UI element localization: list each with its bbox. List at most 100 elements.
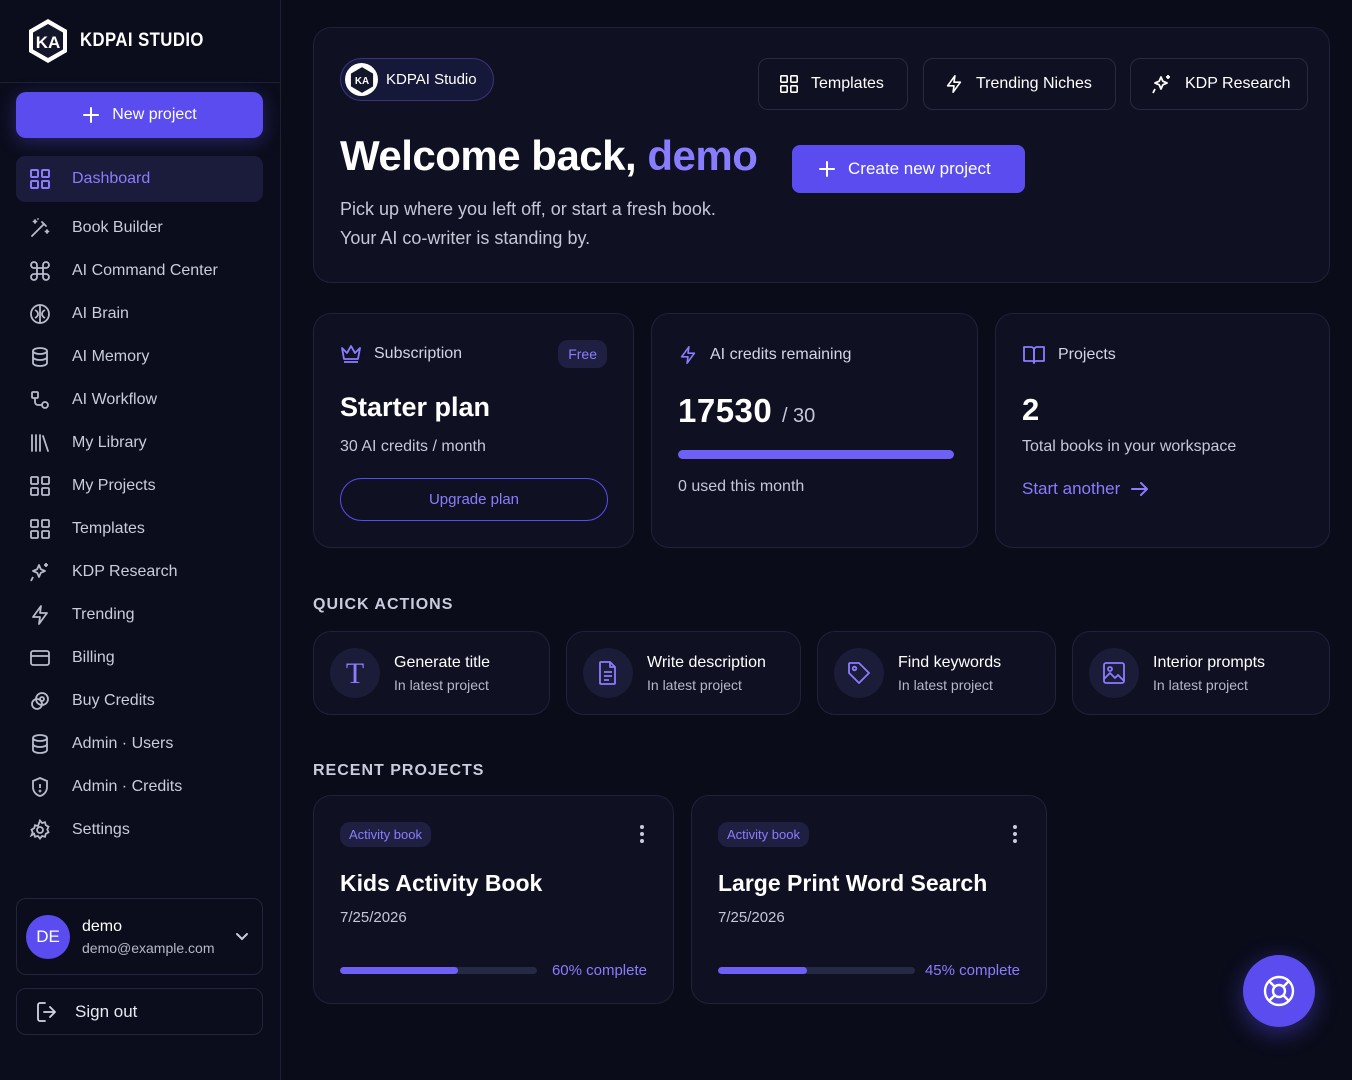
quick-action-title: Write description	[647, 653, 766, 671]
quick-action-title: Generate title	[394, 653, 491, 671]
credits-used-text: 0 used this month	[678, 478, 805, 495]
projects-detail: Total books in your workspace	[1022, 438, 1237, 455]
project-progress-fill	[340, 967, 459, 974]
page-title: Welcome back, demo	[340, 132, 758, 180]
user-menu[interactable]: DE demo demo@example.com	[16, 898, 263, 975]
project-progress-bar	[718, 967, 915, 974]
svg-text:KA: KA	[354, 76, 368, 87]
grid-icon	[779, 74, 799, 94]
sidebar-item-label: Admin · Credits	[72, 777, 183, 795]
sidebar-item-ai-workflow[interactable]: AI Workflow	[16, 378, 263, 421]
sidebar-item-label: My Projects	[72, 476, 156, 494]
text-t-icon: T	[330, 648, 380, 698]
project-progress-bar	[340, 967, 537, 974]
coins-icon	[28, 689, 52, 713]
new-project-label: New project	[112, 106, 197, 123]
sidebar-item-buy-credits[interactable]: Buy Credits	[16, 679, 263, 722]
sidebar-item-label: Book Builder	[72, 218, 163, 236]
quick-action-interior-prompts[interactable]: Interior prompts In latest project	[1072, 631, 1330, 715]
templates-label: Templates	[811, 75, 884, 92]
subscription-card: Subscription Free Starter plan 30 AI cre…	[313, 313, 634, 548]
project-card[interactable]: Activity book Kids Activity Book 7/25/20…	[313, 795, 674, 1004]
kdp-research-button[interactable]: KDP Research	[1130, 58, 1308, 110]
quick-action-title: Find keywords	[898, 653, 1002, 671]
open-book-icon	[1022, 344, 1046, 366]
project-progress-label: 45% complete	[924, 962, 1020, 979]
brain-icon	[28, 302, 52, 326]
sidebar-item-billing[interactable]: Billing	[16, 636, 263, 679]
credits-label: AI credits remaining	[710, 346, 852, 363]
hero-subtitle: Pick up where you left off, or start a f…	[340, 195, 716, 253]
create-new-project-button[interactable]: Create new project	[792, 145, 1025, 193]
credits-remaining-value: 17530	[678, 392, 773, 429]
create-new-project-label: Create new project	[848, 159, 991, 178]
quick-action-sub: In latest project	[1153, 676, 1248, 693]
sidebar-item-admin-users[interactable]: Admin · Users	[16, 722, 263, 765]
lightning-icon	[28, 603, 52, 627]
sidebar-item-ai-command-center[interactable]: AI Command Center	[16, 249, 263, 292]
library-icon	[28, 431, 52, 455]
project-title: Kids Activity Book	[340, 870, 543, 896]
grid-icon	[28, 517, 52, 541]
sidebar-item-kdp-research[interactable]: KDP Research	[16, 550, 263, 593]
sidebar-nav: Dashboard Book Builder AI Command Center…	[16, 156, 263, 851]
templates-button[interactable]: Templates	[758, 58, 908, 110]
logout-icon	[35, 1000, 59, 1024]
grid-icon	[28, 474, 52, 498]
credits-remaining: 17530 / 30	[678, 392, 815, 430]
welcome-hero: KA KDPAI Studio Templates Trending Niche…	[313, 27, 1330, 283]
quick-action-generate-title[interactable]: T Generate title In latest project	[313, 631, 550, 715]
help-button[interactable]	[1243, 955, 1315, 1027]
quick-action-sub: In latest project	[394, 676, 489, 693]
lifebuoy-icon	[1262, 974, 1296, 1008]
sidebar-item-book-builder[interactable]: Book Builder	[16, 206, 263, 249]
gear-icon	[28, 818, 52, 842]
subscription-header: Subscription	[340, 344, 462, 364]
upgrade-plan-button[interactable]: Upgrade plan	[340, 478, 608, 521]
project-progress-fill	[718, 967, 807, 974]
sidebar-item-settings[interactable]: Settings	[16, 808, 263, 851]
image-icon	[1089, 648, 1139, 698]
project-card[interactable]: Activity book Large Print Word Search 7/…	[691, 795, 1047, 1004]
sidebar-item-trending[interactable]: Trending	[16, 593, 263, 636]
more-vertical-icon[interactable]	[1012, 824, 1018, 844]
svg-text:T: T	[346, 659, 364, 687]
sidebar-item-label: Dashboard	[72, 170, 151, 187]
quick-action-sub: In latest project	[898, 676, 993, 693]
sidebar-item-ai-brain[interactable]: AI Brain	[16, 292, 263, 335]
document-icon	[583, 648, 633, 698]
arrow-right-icon	[1130, 481, 1150, 497]
sparkles-icon	[1151, 73, 1173, 95]
sidebar-item-label: Billing	[72, 648, 115, 666]
grid-icon	[28, 167, 52, 191]
trending-niches-button[interactable]: Trending Niches	[923, 58, 1116, 110]
title-username: demo	[647, 132, 758, 179]
sidebar-item-ai-memory[interactable]: AI Memory	[16, 335, 263, 378]
sidebar-item-my-projects[interactable]: My Projects	[16, 464, 263, 507]
avatar: DE	[26, 914, 70, 959]
quick-action-text: Interior prompts In latest project	[1153, 654, 1265, 693]
new-project-button[interactable]: New project	[16, 92, 263, 138]
more-vertical-icon[interactable]	[639, 824, 645, 844]
quick-action-find-keywords[interactable]: Find keywords In latest project	[817, 631, 1056, 715]
quick-action-write-description[interactable]: Write description In latest project	[566, 631, 801, 715]
start-another-link[interactable]: Start another	[1022, 479, 1150, 499]
crown-icon	[340, 344, 362, 364]
project-date: 7/25/2026	[718, 909, 785, 926]
sidebar-item-label: AI Workflow	[72, 390, 158, 408]
chevron-down-icon	[234, 928, 250, 944]
sidebar-item-label: KDP Research	[72, 562, 178, 580]
sidebar-item-templates[interactable]: Templates	[16, 507, 263, 550]
sidebar-item-my-library[interactable]: My Library	[16, 421, 263, 464]
plus-icon	[818, 160, 836, 178]
sidebar-item-label: Settings	[72, 820, 130, 838]
brand-header[interactable]: KA KDPAI STUDIO	[0, 0, 280, 83]
project-progress-label: 60% complete	[551, 962, 647, 979]
sidebar-item-label: Buy Credits	[72, 691, 155, 709]
lightning-icon	[944, 74, 964, 94]
sidebar-item-dashboard[interactable]: Dashboard	[16, 156, 263, 202]
sign-out-button[interactable]: Sign out	[16, 988, 263, 1035]
sidebar-item-admin-credits[interactable]: Admin · Credits	[16, 765, 263, 808]
sidebar-item-label: AI Command Center	[72, 261, 218, 279]
projects-label: Projects	[1058, 346, 1116, 363]
